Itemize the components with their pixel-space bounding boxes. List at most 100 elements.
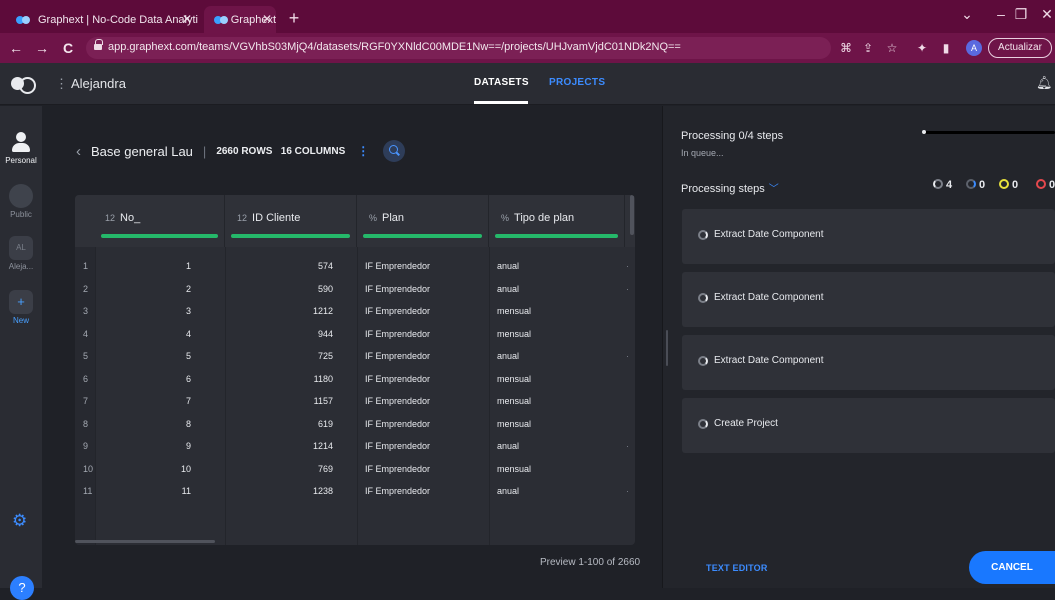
processing-step[interactable]: Extract Date Component bbox=[682, 335, 1055, 390]
cell-plan: IF Emprendedor bbox=[365, 306, 431, 316]
horizontal-scrollbar[interactable] bbox=[75, 540, 215, 543]
error-count: 0 bbox=[1036, 179, 1055, 191]
close-window-icon[interactable]: ✕ bbox=[1036, 6, 1055, 23]
restore-window-icon[interactable]: ❐ bbox=[1010, 6, 1032, 23]
pending-ring-icon bbox=[966, 179, 976, 189]
cell-plan: IF Emprendedor bbox=[365, 441, 431, 451]
dataset-name[interactable]: Base general Lau bbox=[91, 144, 193, 159]
progress-indicator bbox=[922, 130, 926, 134]
team-name[interactable]: Alejandra bbox=[71, 76, 126, 91]
table-row[interactable]: 9 9 1214 IF Emprendedor anual · bbox=[75, 434, 630, 456]
tab-projects[interactable]: PROJECTS bbox=[549, 77, 605, 88]
cell-no: 1 bbox=[185, 261, 191, 271]
row-index: 11 bbox=[83, 486, 93, 496]
side-panel-icon[interactable]: ▮ bbox=[938, 40, 954, 56]
numeric-type-icon: 12 bbox=[237, 213, 248, 223]
workspace-rail: Personal Public AL Aleja... + New ⚙ ? bbox=[0, 106, 42, 600]
overflow-tick: · bbox=[626, 486, 629, 496]
graphext-logo-icon[interactable] bbox=[11, 77, 36, 94]
new-tab-button[interactable]: + bbox=[282, 6, 306, 30]
minimize-icon[interactable]: – bbox=[990, 6, 1012, 22]
profile-avatar[interactable]: A bbox=[966, 40, 982, 56]
bookmark-star-icon[interactable]: ☆ bbox=[884, 40, 900, 56]
column-header-tipo-de-plan[interactable]: % Tipo de plan bbox=[489, 195, 625, 247]
cell-no: 6 bbox=[185, 373, 191, 384]
processing-progress-bar bbox=[922, 130, 1055, 134]
column-name: ID Cliente bbox=[252, 212, 301, 224]
cell-id-cliente: 619 bbox=[317, 418, 333, 429]
cell-id-cliente: 1212 bbox=[312, 306, 333, 316]
tab-datasets[interactable]: DATASETS bbox=[474, 77, 529, 88]
table-row[interactable]: 5 5 725 IF Emprendedor anual · bbox=[75, 344, 630, 366]
cell-plan: IF Emprendedor bbox=[365, 373, 431, 384]
table-row[interactable]: 11 11 1238 IF Emprendedor anual · bbox=[75, 479, 630, 501]
rail-label: Public bbox=[10, 210, 32, 219]
cell-no: 9 bbox=[185, 441, 191, 451]
column-header-no[interactable]: 12 No_ bbox=[95, 195, 225, 247]
table-row[interactable]: 3 3 1212 IF Emprendedor mensual bbox=[75, 299, 630, 321]
search-icon[interactable] bbox=[383, 140, 406, 162]
table-row[interactable]: 2 2 590 IF Emprendedor anual · bbox=[75, 277, 630, 299]
row-index: 6 bbox=[83, 373, 89, 384]
cell-no: 11 bbox=[181, 486, 191, 496]
cell-id-cliente: 590 bbox=[317, 283, 333, 294]
rail-item-alejandra[interactable]: AL Aleja... bbox=[0, 236, 42, 271]
processing-step[interactable]: Extract Date Component bbox=[682, 209, 1055, 264]
browser-tab-graphext-analytics[interactable]: Graphext | No-Code Data Analyti ✕ bbox=[6, 6, 202, 33]
row-index: 7 bbox=[83, 396, 89, 406]
extensions-puzzle-icon[interactable]: ✦ bbox=[914, 40, 930, 56]
team-menu-dots-icon[interactable]: ⋮ bbox=[55, 76, 68, 92]
table-row[interactable]: 1 1 574 IF Emprendedor anual · bbox=[75, 254, 630, 276]
rail-item-public[interactable]: Public bbox=[0, 184, 42, 219]
spinner-ring-icon bbox=[933, 179, 943, 189]
table-row[interactable]: 4 4 944 IF Emprendedor mensual bbox=[75, 322, 630, 344]
row-index: 3 bbox=[83, 306, 89, 316]
rail-item-personal[interactable]: Personal bbox=[0, 130, 42, 165]
tab-title: Graphext | No-Code Data Analyti bbox=[38, 13, 198, 26]
dataset-menu-icon[interactable]: ⋮ bbox=[357, 144, 369, 158]
cell-id-cliente: 1214 bbox=[312, 441, 333, 451]
reload-icon[interactable]: C bbox=[58, 38, 78, 58]
column-header-plan[interactable]: % Plan bbox=[357, 195, 489, 247]
settings-gear-icon[interactable]: ⚙ bbox=[12, 511, 27, 531]
close-tab-icon[interactable]: ✕ bbox=[262, 12, 272, 26]
tab-search-chevron-icon[interactable]: ⌄ bbox=[956, 6, 978, 23]
rail-item-new[interactable]: + New bbox=[0, 290, 42, 325]
cell-tipo-de-plan: anual bbox=[497, 283, 520, 294]
chevron-down-icon: ﹀ bbox=[768, 184, 779, 195]
globe-icon bbox=[9, 184, 33, 208]
spinner-icon bbox=[698, 293, 708, 303]
table-row[interactable]: 6 6 1180 IF Emprendedor mensual bbox=[75, 367, 630, 389]
browser-toolbar: ← → C app.graphext.com/teams/VGVhbS03MjQ… bbox=[0, 33, 1055, 63]
text-editor-button[interactable]: TEXT EDITOR bbox=[706, 563, 768, 573]
step-label: Extract Date Component bbox=[714, 355, 824, 366]
table-row[interactable]: 7 7 1157 IF Emprendedor mensual bbox=[75, 389, 630, 411]
column-quality-bar bbox=[363, 234, 482, 238]
preview-count: Preview 1-100 of 2660 bbox=[540, 557, 641, 568]
address-bar[interactable]: app.graphext.com/teams/VGVhbS03MjQ4/data… bbox=[86, 37, 831, 59]
resize-handle[interactable] bbox=[666, 330, 668, 366]
close-tab-icon[interactable]: ✕ bbox=[182, 12, 192, 26]
processing-step[interactable]: Extract Date Component bbox=[682, 272, 1055, 327]
help-button[interactable]: ? bbox=[10, 576, 34, 600]
rail-label: Aleja... bbox=[8, 262, 34, 271]
column-header-id-cliente[interactable]: 12 ID Cliente bbox=[225, 195, 357, 247]
back-arrow-icon[interactable]: ← bbox=[6, 38, 26, 58]
table-row[interactable]: 8 8 619 IF Emprendedor mensual bbox=[75, 412, 630, 434]
forward-arrow-icon[interactable]: → bbox=[32, 38, 52, 58]
browser-tab-strip: Graphext | No-Code Data Analyti ✕ Graphe… bbox=[0, 0, 1055, 33]
update-browser-button[interactable]: Actualizar bbox=[988, 38, 1052, 58]
processing-step[interactable]: Create Project bbox=[682, 398, 1055, 453]
cell-tipo-de-plan: mensual bbox=[497, 463, 532, 474]
overflow-tick: · bbox=[626, 261, 629, 271]
table-row[interactable]: 10 10 769 IF Emprendedor mensual bbox=[75, 457, 630, 479]
cancel-button[interactable]: CANCEL bbox=[969, 551, 1055, 584]
processing-steps-toggle[interactable]: Processing steps ﹀ bbox=[681, 180, 779, 195]
share-icon[interactable]: ⇪ bbox=[860, 40, 876, 56]
back-chevron-icon[interactable]: ‹ bbox=[76, 143, 81, 160]
vertical-scrollbar[interactable] bbox=[630, 195, 634, 235]
notifications-bell-icon[interactable]: 🔔︎ bbox=[1036, 75, 1053, 91]
cell-tipo-de-plan: mensual bbox=[497, 373, 532, 384]
translate-icon[interactable]: ⌘ bbox=[838, 40, 854, 56]
cell-no: 10 bbox=[180, 463, 191, 474]
